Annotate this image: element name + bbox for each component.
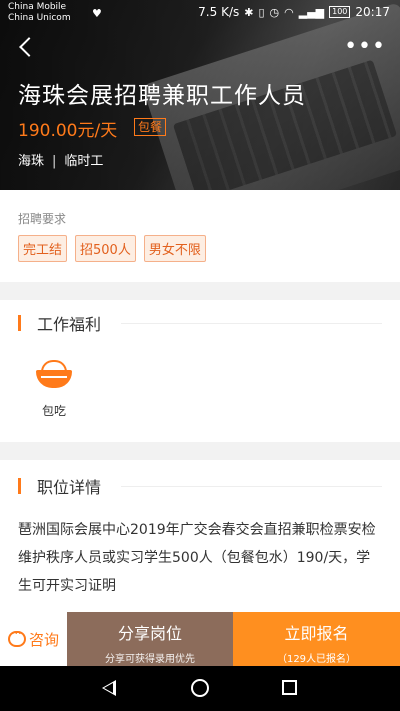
salary: 190.00元/天 [18,121,118,141]
meal-badge: 包餐 [134,118,167,136]
requirement-tags: 完工结 招500人 男女不限 [18,235,206,262]
alarm-icon: ◷ [269,5,280,19]
system-nav-bar [0,666,400,711]
job-description: 琶洲国际会展中心2019年广交会春交会直招兼职检票安检维护秩序人员或实习学生50… [18,522,376,594]
requirements-label: 招聘要求 [18,212,67,226]
chat-icon [7,627,26,647]
section-marker [18,315,21,331]
wifi-icon: ◠ [284,5,294,19]
details-section: 职位详情 琶洲国际会展中心2019年广交会春交会直招兼职检票安检维护秩序人员或实… [0,460,400,612]
benefits-title: 工作福利 [37,315,102,334]
signal-icon: ▂▄▆ [298,5,325,19]
apply-label: 立即报名 [284,624,349,643]
share-label: 分享岗位 [117,624,182,643]
benefit-item: 包吃 [34,358,74,419]
job-detail-page: China Mobile China Unicom ♥ 7.5 K/s ✱ ▯ … [0,0,400,711]
share-job-button[interactable]: 分享岗位 分享可获得录用优先 [67,612,233,666]
apply-button[interactable]: 立即报名 （129人已报名） [233,612,400,666]
consult-button[interactable]: 咨询 [0,612,67,666]
bowl-icon [36,358,72,390]
carrier-1: China Mobile [8,2,67,12]
nav-back-icon[interactable] [102,680,116,696]
heart-icon: ♥ [92,7,102,20]
requirements-section: 招聘要求 完工结 招500人 男女不限 [0,190,400,282]
job-title: 海珠会展招聘兼职工作人员 [18,83,306,109]
section-marker [18,478,21,494]
district: 海珠 [18,154,45,169]
more-options-icon[interactable]: ••• [344,36,386,58]
back-icon[interactable] [16,36,40,60]
requirement-tag: 男女不限 [143,235,206,262]
nav-home-icon[interactable] [191,679,209,697]
nav-recents-icon[interactable] [282,680,297,695]
action-bar: 咨询 分享岗位 分享可获得录用优先 立即报名 （129人已报名） [0,612,400,666]
requirement-tag: 完工结 [18,235,68,262]
status-bar: China Mobile China Unicom ♥ 7.5 K/s ✱ ▯ … [0,0,400,28]
share-subtitle: 分享可获得录用优先 [105,654,195,665]
consult-label: 咨询 [28,630,59,649]
network-speed: 7.5 K/s [198,5,240,19]
vibrate-icon: ▯ [258,5,265,19]
details-title: 职位详情 [37,478,102,497]
benefits-header: 工作福利 [18,303,382,343]
job-meta: 海珠 | 临时工 [18,150,103,169]
carrier-info: China Mobile China Unicom [8,2,71,24]
meta-separator: | [52,154,57,169]
bluetooth-icon: ✱ [244,5,254,19]
job-type: 临时工 [64,154,104,169]
requirement-tag: 招500人 [75,235,136,262]
benefits-section: 工作福利 包吃 [0,300,400,442]
battery-icon: 100 [329,6,351,18]
job-header: China Mobile China Unicom ♥ 7.5 K/s ✱ ▯ … [0,0,400,190]
carrier-2: China Unicom [8,13,71,23]
clock: 20:17 [355,5,390,19]
divider [121,322,382,324]
divider [121,485,382,487]
details-header: 职位详情 [18,466,382,506]
benefit-label: 包吃 [41,404,66,418]
apply-count: （129人已报名） [276,654,357,665]
